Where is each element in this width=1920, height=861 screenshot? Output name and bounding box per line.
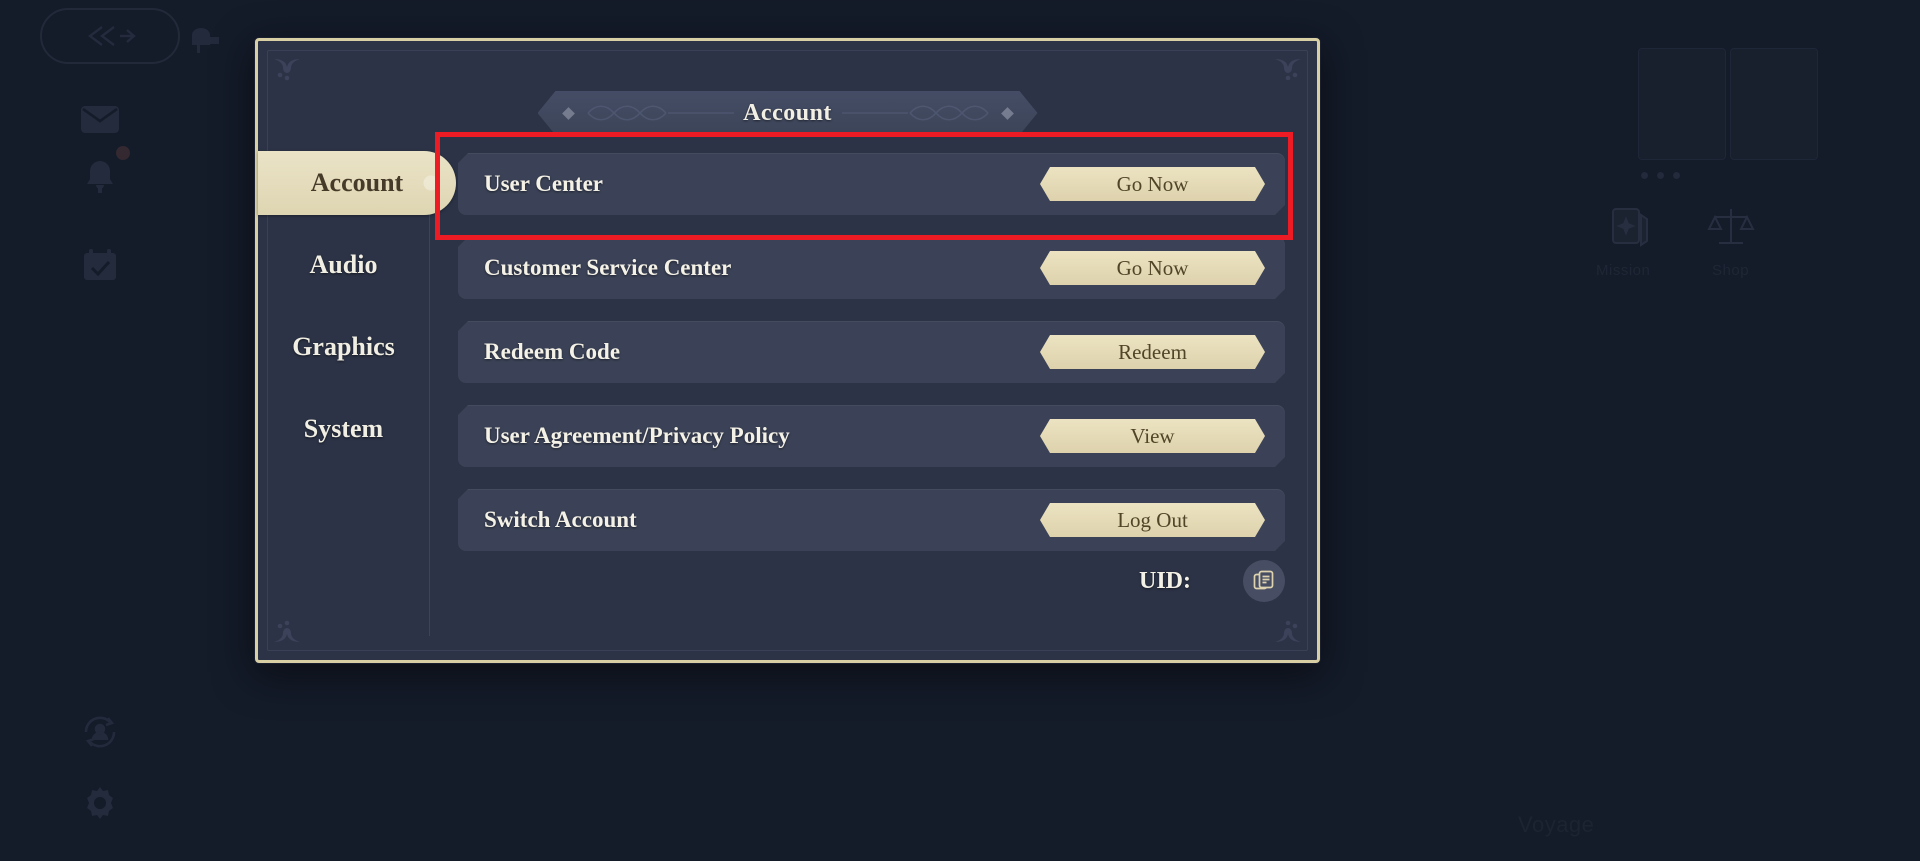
row-redeem-code: Redeem Code Redeem xyxy=(458,321,1285,383)
diamond-left-icon xyxy=(562,107,575,120)
button-label: View xyxy=(1130,423,1175,448)
row-label: User Center xyxy=(484,171,603,196)
uid-label: UID: xyxy=(1139,567,1191,594)
row-label: Customer Service Center xyxy=(484,255,732,280)
carousel-dot[interactable] xyxy=(1657,172,1664,179)
carousel-dot[interactable] xyxy=(1641,172,1648,179)
carousel-dot[interactable] xyxy=(1673,172,1680,179)
mailbox-icon[interactable] xyxy=(178,12,232,66)
row-customer-service-center: Customer Service Center Go Now xyxy=(458,237,1285,299)
uid-row: UID: xyxy=(1139,560,1285,602)
settings-panel: Account Account Audio Graphics System Us… xyxy=(255,38,1320,663)
row-user-center: User Center Go Now xyxy=(458,153,1285,215)
bg-label-voyage: Voyage xyxy=(1518,812,1595,837)
settings-rows: User Center Go Now Customer Service Cent… xyxy=(458,153,1285,573)
redeem-code-button[interactable]: Redeem xyxy=(1040,335,1265,369)
customer-service-go-now-button[interactable]: Go Now xyxy=(1040,251,1265,285)
row-label: Redeem Code xyxy=(484,339,621,364)
sidebar-item-label: Audio xyxy=(309,250,378,279)
mail-envelope-icon[interactable] xyxy=(73,92,127,146)
character-card[interactable] xyxy=(1730,48,1818,160)
row-label: User Agreement/Privacy Policy xyxy=(484,423,790,448)
view-agreement-button[interactable]: View xyxy=(1040,419,1265,453)
sidebar-item-label: Account xyxy=(310,168,404,197)
sidebar-item-label: Graphics xyxy=(292,332,395,361)
copy-document-icon xyxy=(1253,570,1274,590)
sidebar-item-graphics[interactable]: Graphics xyxy=(258,315,429,379)
row-switch-account: Switch Account Log Out xyxy=(458,489,1285,551)
bell-notification-icon[interactable] xyxy=(73,146,130,204)
bg-label-shop: Shop xyxy=(1712,262,1750,279)
character-switch-icon[interactable] xyxy=(73,705,127,759)
page-title: Account xyxy=(743,99,832,126)
sidebar-item-account[interactable]: Account xyxy=(258,151,456,215)
sidebar-item-label: System xyxy=(303,414,384,443)
notification-badge xyxy=(116,146,130,160)
button-label: Go Now xyxy=(1116,255,1189,280)
scales-icon[interactable] xyxy=(1700,196,1762,258)
sidebar-item-system[interactable]: System xyxy=(258,397,429,461)
row-label: Switch Account xyxy=(484,507,637,532)
calendar-check-icon[interactable] xyxy=(73,238,127,292)
character-card[interactable] xyxy=(1638,48,1726,160)
button-label: Go Now xyxy=(1116,171,1189,196)
row-user-agreement-privacy-policy: User Agreement/Privacy Policy View xyxy=(458,405,1285,467)
gear-settings-icon[interactable] xyxy=(73,776,127,830)
button-label: Log Out xyxy=(1117,507,1188,532)
user-center-go-now-button[interactable]: Go Now xyxy=(1040,167,1265,201)
settings-sidebar: Account Audio Graphics System xyxy=(258,151,456,636)
panel-title-banner: Account xyxy=(538,91,1038,135)
copy-uid-button[interactable] xyxy=(1243,560,1285,602)
back-arrow-icon[interactable] xyxy=(40,8,180,64)
button-label: Redeem xyxy=(1118,339,1187,364)
diamond-right-icon xyxy=(1001,107,1014,120)
log-out-button[interactable]: Log Out xyxy=(1040,503,1265,537)
sidebar-item-audio[interactable]: Audio xyxy=(258,233,429,297)
